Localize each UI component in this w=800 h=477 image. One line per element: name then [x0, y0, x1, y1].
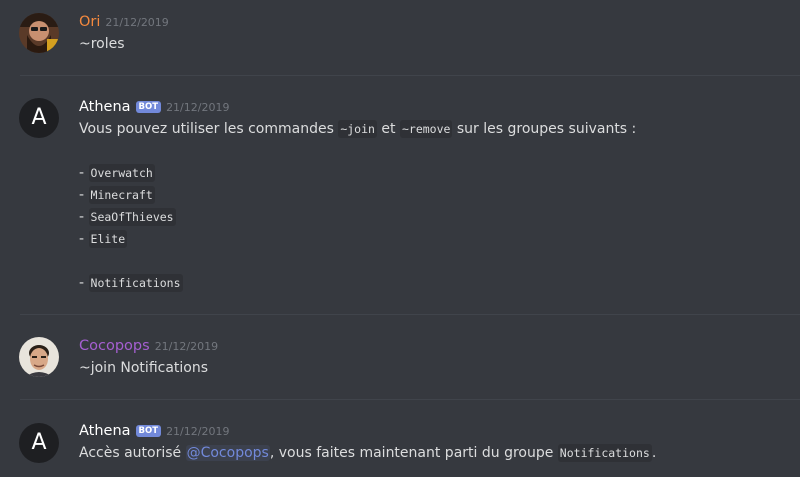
list-bullet: -	[79, 165, 89, 181]
timestamp: 21/12/2019	[166, 425, 230, 438]
message-intro: Vous pouvez utiliser les commandes ~join…	[79, 118, 636, 140]
message-athena-confirm: A Athena BOT 21/12/2019 Accès autorisé @…	[0, 400, 800, 477]
bearded-man-avatar-icon	[19, 13, 59, 53]
list-bullet: -	[79, 231, 89, 247]
text-segment: , vous faites maintenant parti du groupe	[269, 445, 558, 461]
text-segment: Vous pouvez utiliser les commandes	[79, 121, 339, 137]
message-text: ~roles	[79, 36, 125, 52]
group-name: Notifications	[88, 274, 183, 292]
text-segment: sur les groupes suivants :	[452, 121, 637, 137]
bot-badge: BOT	[135, 101, 162, 113]
message-cocopops: Cocopops 21/12/2019 ~join Notifications	[0, 315, 800, 399]
group-name: SeaOfThieves	[88, 208, 176, 226]
username[interactable]: Athena	[79, 422, 131, 440]
group-list-item: - Minecraft	[79, 184, 636, 206]
username[interactable]: Cocopops	[79, 337, 150, 355]
text-segment: .	[651, 445, 657, 461]
avatar-letter: A	[31, 430, 47, 455]
username[interactable]: Ori	[79, 13, 100, 31]
text-segment: et	[376, 121, 400, 137]
avatar[interactable]: A	[19, 423, 59, 463]
timestamp: 21/12/2019	[154, 340, 219, 353]
message-text: Accès autorisé @Cocopops, vous faites ma…	[79, 442, 656, 464]
list-bullet: -	[79, 187, 89, 203]
group-name: Minecraft	[88, 186, 155, 204]
username[interactable]: Athena	[79, 98, 131, 116]
group-name: Elite	[88, 230, 128, 248]
chat-messages: Ori 21/12/2019 ~roles A Athena BOT 21/12…	[0, 0, 800, 477]
inline-code: Notifications	[557, 444, 652, 462]
message-ori: Ori 21/12/2019 ~roles	[0, 0, 800, 75]
user-mention[interactable]: @Cocopops	[185, 445, 270, 461]
avatar[interactable]: A	[19, 98, 59, 138]
text-segment: Accès autorisé	[79, 445, 186, 461]
message-content: Vous pouvez utiliser les commandes ~join…	[79, 118, 636, 294]
list-bullet: -	[79, 275, 89, 291]
message-athena-roles: A Athena BOT 21/12/2019 Vous pouvez util…	[0, 76, 800, 314]
avatar[interactable]	[19, 13, 59, 53]
list-bullet: -	[79, 209, 89, 225]
message-content: ~roles	[79, 33, 125, 55]
group-list-item: - Elite	[79, 228, 636, 250]
inline-code: ~remove	[399, 120, 453, 138]
bot-badge: BOT	[135, 425, 162, 437]
avatar-letter: A	[31, 105, 47, 130]
timestamp: 21/12/2019	[105, 16, 169, 29]
group-list-item: - Notifications	[79, 272, 636, 294]
man-face-avatar-icon	[19, 337, 59, 377]
group-name: Overwatch	[88, 164, 155, 182]
message-content: Accès autorisé @Cocopops, vous faites ma…	[79, 442, 656, 464]
message-content: ~join Notifications	[79, 357, 208, 379]
group-list-item: - SeaOfThieves	[79, 206, 636, 228]
timestamp: 21/12/2019	[166, 101, 230, 114]
group-list-item: - Overwatch	[79, 162, 636, 184]
message-text: ~join Notifications	[79, 360, 209, 376]
avatar[interactable]	[19, 337, 59, 377]
inline-code: ~join	[338, 120, 377, 138]
